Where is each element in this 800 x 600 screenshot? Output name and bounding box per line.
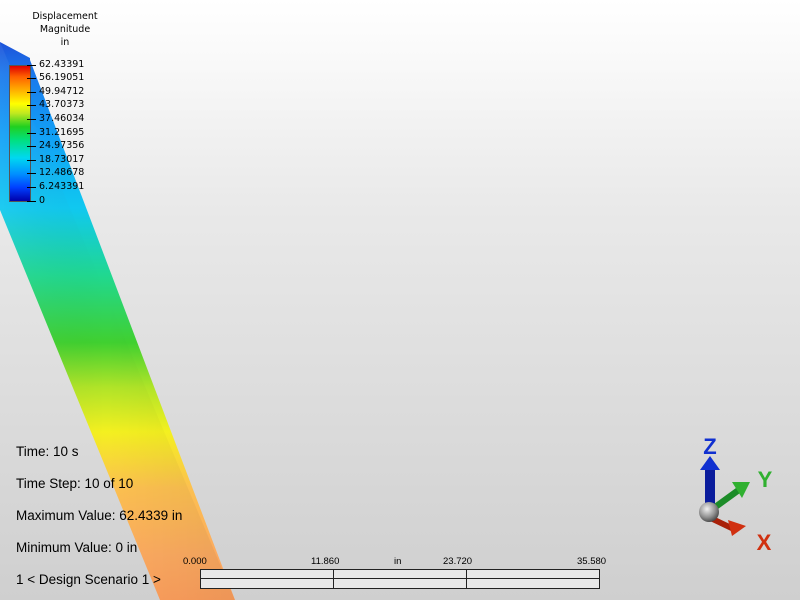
scale-bar-divider bbox=[333, 570, 334, 588]
legend-tick bbox=[27, 133, 36, 134]
maximum-value-readout: Maximum Value: 62.4339 in bbox=[16, 508, 183, 523]
legend-tick bbox=[27, 187, 36, 188]
triad-origin-sphere bbox=[699, 502, 719, 522]
z-axis-arrow: Z bbox=[700, 434, 720, 505]
orientation-triad[interactable]: Z Y X bbox=[680, 430, 790, 555]
legend-value-label: 56.19051 bbox=[39, 72, 85, 83]
legend-tick bbox=[27, 119, 36, 120]
legend-value-label: 49.94712 bbox=[39, 86, 85, 97]
legend-tick bbox=[27, 160, 36, 161]
legend-tick bbox=[27, 201, 36, 202]
scale-bar-divider bbox=[466, 570, 467, 588]
minimum-value-readout: Minimum Value: 0 in bbox=[16, 540, 138, 555]
y-axis-arrow: Y bbox=[714, 467, 773, 509]
scale-unit-label: in bbox=[394, 556, 402, 567]
legend-title: Displacement Magnitude in bbox=[24, 10, 106, 49]
legend-value-label: 62.43391 bbox=[39, 59, 85, 70]
legend-tick bbox=[27, 78, 36, 79]
scale-label: 11.860 bbox=[311, 556, 340, 567]
scale-label: 23.720 bbox=[443, 556, 473, 567]
scale-bar-upper-row bbox=[201, 570, 599, 579]
time-step-readout: Time Step: 10 of 10 bbox=[16, 476, 134, 491]
model-viewport[interactable]: Displacement Magnitude in 62.43391 56.19… bbox=[0, 0, 800, 600]
legend-value-label: 24.97356 bbox=[39, 140, 85, 151]
legend-value-label: 6.243391 bbox=[39, 181, 85, 192]
scale-label: 0.000 bbox=[183, 556, 207, 567]
design-scenario-label[interactable]: 1 < Design Scenario 1 > bbox=[16, 572, 161, 587]
scale-label: 35.580 bbox=[577, 556, 607, 567]
legend-value-label: 31.21695 bbox=[39, 127, 85, 138]
legend-tick bbox=[27, 173, 36, 174]
y-axis-label: Y bbox=[758, 467, 773, 492]
legend-tick bbox=[27, 92, 36, 93]
legend-tick bbox=[27, 105, 36, 106]
legend-tick bbox=[27, 146, 36, 147]
legend-title-line: Magnitude bbox=[39, 24, 91, 35]
legend-value-label: 12.48678 bbox=[39, 167, 85, 178]
scale-bar bbox=[200, 569, 600, 589]
z-axis-label: Z bbox=[703, 434, 716, 459]
legend-value-label: 37.46034 bbox=[39, 113, 85, 124]
legend-tick bbox=[27, 65, 36, 66]
legend-title-line: Displacement bbox=[32, 11, 98, 22]
legend-value-label: 18.73017 bbox=[39, 154, 85, 165]
legend-value-label: 0 bbox=[39, 195, 46, 206]
legend-title-line: in bbox=[60, 37, 70, 48]
time-readout: Time: 10 s bbox=[16, 444, 79, 459]
x-axis-label: X bbox=[757, 530, 772, 555]
legend-value-label: 43.70373 bbox=[39, 99, 85, 110]
x-axis-arrow: X bbox=[710, 516, 772, 555]
